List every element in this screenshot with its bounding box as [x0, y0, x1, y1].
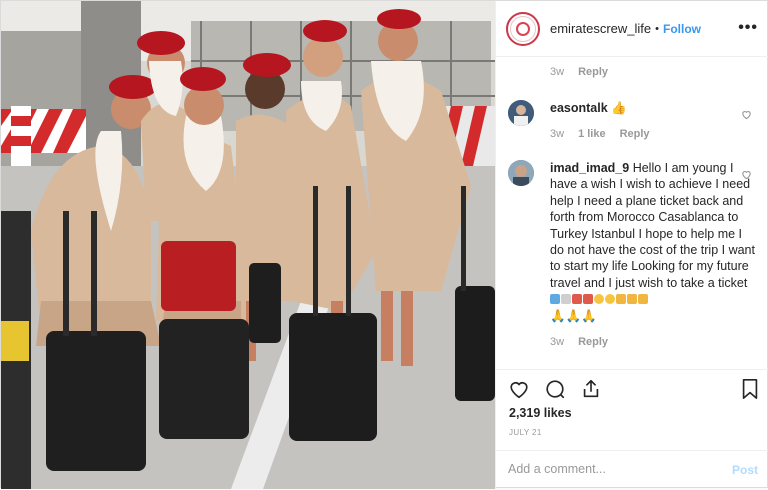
comment-message: Hello I am young I have a wish I wish to…: [550, 161, 755, 290]
comment-time: 3w: [550, 128, 565, 141]
share-icon[interactable]: [580, 378, 602, 400]
comment-meta: 3w 1 like Reply: [550, 128, 758, 140]
comment-input[interactable]: [508, 462, 718, 476]
comment-item: imad_imad_9 Hello I am young I have a wi…: [508, 160, 758, 348]
profile-avatar[interactable]: [506, 11, 540, 46]
comment-meta: 3w Reply: [550, 336, 758, 348]
crew-photo-illustration: [1, 1, 495, 489]
post-actions: 2,319 likes JULY 21 Post: [496, 369, 768, 489]
post-username[interactable]: emiratescrew_life: [550, 21, 651, 36]
comment-item: easontalk 👍 3w 1 like Reply: [508, 100, 758, 140]
comment-time: 3w: [550, 66, 565, 78]
bookmark-button[interactable]: [740, 378, 760, 400]
reply-button[interactable]: Reply: [620, 128, 650, 140]
commenter-avatar[interactable]: [508, 160, 534, 186]
comment-meta: 3w Reply: [550, 66, 758, 78]
comment-text: imad_imad_9 Hello I am young I have a wi…: [550, 160, 758, 324]
more-icon[interactable]: •••: [738, 19, 758, 37]
comment-username[interactable]: easontalk: [550, 101, 608, 115]
post-photo[interactable]: [1, 1, 495, 489]
heart-icon[interactable]: [508, 378, 530, 400]
comment-username[interactable]: imad_imad_9: [550, 161, 629, 175]
reply-button[interactable]: Reply: [578, 66, 608, 78]
action-icons: [508, 378, 602, 400]
emoji-strip: [550, 292, 649, 306]
likes-count[interactable]: 2,319 likes: [509, 406, 572, 420]
post-header: emiratescrew_life • Follow •••: [496, 1, 768, 57]
bookmark-icon[interactable]: [740, 378, 760, 400]
post-comment-button[interactable]: Post: [732, 463, 758, 477]
post-date[interactable]: JULY 21: [509, 428, 542, 437]
comment-message: 👍: [611, 101, 627, 115]
header-separator: •: [655, 22, 660, 35]
comment-text: easontalk 👍: [550, 100, 758, 116]
comment-like-icon[interactable]: [741, 169, 752, 180]
comment-item: 3w Reply: [508, 66, 758, 78]
comment-likes[interactable]: 1 like: [578, 128, 606, 140]
comment-emoji-line: 🙏🙏🙏: [550, 308, 597, 323]
follow-button[interactable]: Follow: [663, 22, 701, 36]
instagram-post: emiratescrew_life • Follow ••• 3w Reply …: [0, 0, 768, 489]
commenter-avatar[interactable]: [508, 100, 534, 126]
reply-button[interactable]: Reply: [578, 336, 608, 348]
comment-time: 3w: [550, 336, 565, 349]
add-comment-bar: Post: [496, 450, 768, 490]
comments-list[interactable]: 3w Reply easontalk 👍 3w 1 like Reply ima…: [496, 58, 768, 368]
comment-icon[interactable]: [544, 378, 566, 400]
post-sidebar: emiratescrew_life • Follow ••• 3w Reply …: [495, 1, 768, 489]
comment-like-icon[interactable]: [741, 109, 752, 120]
